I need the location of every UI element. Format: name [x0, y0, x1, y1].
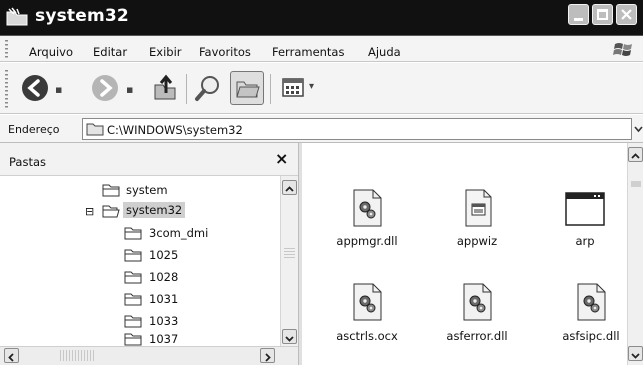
maximize-button[interactable] [592, 4, 613, 25]
menu-exibir[interactable]: Exibir [149, 45, 182, 59]
folder-tree-horizontal-scrollbar[interactable] [0, 346, 298, 365]
minimize-button[interactable] [568, 4, 589, 25]
views-icon[interactable] [279, 73, 309, 103]
scroll-left-button[interactable] [4, 348, 19, 363]
close-pane-icon[interactable]: × [275, 149, 288, 168]
menu-editar[interactable]: Editar [93, 45, 127, 59]
file-name: asfsipc.dll [562, 329, 620, 343]
file-item[interactable]: appwiz [432, 189, 522, 261]
menu-favoritos[interactable]: Favoritos [199, 45, 251, 59]
folder-icon [124, 247, 142, 266]
toolbar-separator [186, 74, 187, 104]
folder-tree: system ⊟ system32 3com_dmi 1025 1028 103… [0, 176, 280, 346]
window-icon [564, 189, 608, 231]
folders-icon[interactable] [230, 71, 264, 105]
folder-tree-vertical-scrollbar[interactable] [280, 176, 298, 346]
menu-bar: Arquivo Editar Exibir Favoritos Ferramen… [0, 36, 643, 62]
back-dropdown-icon[interactable]: ▪ [55, 83, 62, 96]
windows-logo-icon [612, 40, 636, 60]
dll-gear-icon [350, 189, 384, 231]
tree-item-label: 1028 [149, 270, 179, 284]
folders-pane-header: Pastas × [0, 143, 298, 176]
toolbar-separator [270, 74, 271, 104]
scroll-thumb[interactable] [631, 181, 641, 187]
tree-item-label: system32 [123, 202, 186, 218]
file-item[interactable]: arp [540, 189, 630, 261]
dll-gear-icon [350, 283, 384, 325]
collapse-icon[interactable]: ⊟ [85, 205, 94, 218]
address-label: Endereço [8, 123, 60, 136]
dll-gear-icon [574, 283, 608, 325]
file-list: appmgr.dll appwiz arp asctrls.ocx asferr… [302, 143, 627, 365]
title-bar[interactable]: system32 [0, 0, 643, 36]
file-item[interactable]: asferror.dll [432, 283, 522, 355]
folder-icon [124, 313, 142, 332]
scroll-up-button[interactable] [628, 147, 643, 162]
close-icon [621, 9, 632, 20]
chevron-right-icon [265, 353, 271, 362]
menubar-grip[interactable] [5, 40, 8, 58]
chevron-left-icon [8, 353, 14, 362]
tree-item-label: system [126, 183, 168, 197]
tree-item-label: 1025 [149, 248, 179, 262]
back-icon[interactable] [20, 73, 50, 103]
menu-ajuda[interactable]: Ajuda [368, 45, 401, 59]
open-folder-icon [102, 203, 120, 222]
address-dropdown-button[interactable] [634, 120, 643, 138]
control-panel-applet-icon [462, 189, 494, 231]
forward-icon[interactable] [90, 73, 120, 103]
file-name: appwiz [456, 234, 498, 248]
standard-toolbar: ▪ ▪ ▾ [0, 63, 643, 114]
views-dropdown-icon[interactable]: ▾ [309, 81, 314, 92]
chevron-down-icon [285, 336, 294, 342]
folder-window-icon [5, 6, 31, 28]
chevron-down-icon [631, 353, 640, 359]
close-button[interactable] [616, 4, 637, 25]
scroll-right-button[interactable] [260, 348, 275, 363]
file-name: appmgr.dll [336, 234, 398, 248]
minimize-icon [574, 18, 583, 21]
maximize-icon [597, 9, 608, 20]
file-name: asferror.dll [446, 329, 508, 343]
menu-arquivo[interactable]: Arquivo [29, 45, 73, 59]
chevron-up-icon [285, 186, 294, 192]
forward-dropdown-icon[interactable]: ▪ [126, 83, 133, 96]
scroll-thumb-grip[interactable] [284, 248, 295, 260]
folder-icon [124, 291, 142, 310]
scroll-down-button[interactable] [628, 346, 643, 361]
address-input[interactable]: C:\WINDOWS\system32 [82, 118, 632, 140]
folders-pane-title: Pastas [9, 155, 47, 169]
window-title: system32 [35, 6, 129, 26]
scroll-up-button[interactable] [282, 180, 297, 195]
dll-gear-icon [460, 283, 494, 325]
tree-item-label: 3com_dmi [149, 226, 209, 240]
scroll-down-button[interactable] [282, 329, 297, 344]
file-item[interactable]: asctrls.ocx [322, 283, 412, 355]
file-name: asctrls.ocx [336, 329, 398, 343]
folder-icon [124, 269, 142, 288]
address-bar: Endereço C:\WINDOWS\system32 [0, 115, 643, 143]
file-name: arp [575, 234, 595, 248]
chevron-up-icon [631, 153, 640, 159]
tree-item-label: 1037 [149, 332, 179, 346]
folder-icon [124, 225, 142, 244]
tree-item-label: 1033 [149, 314, 179, 328]
toolbar-grip[interactable] [5, 70, 8, 108]
folder-icon [86, 121, 104, 141]
up-folder-icon[interactable] [150, 73, 180, 103]
tree-item-label: 1031 [149, 292, 179, 306]
file-list-vertical-scrollbar[interactable] [627, 143, 643, 365]
address-path: C:\WINDOWS\system32 [107, 123, 243, 137]
folder-icon [102, 182, 120, 201]
search-icon[interactable] [193, 73, 223, 103]
menu-ferramentas[interactable]: Ferramentas [272, 45, 344, 59]
file-item[interactable]: appmgr.dll [322, 189, 412, 261]
scroll-thumb-grip[interactable] [60, 350, 96, 361]
file-item[interactable]: asfsipc.dll [540, 283, 630, 355]
